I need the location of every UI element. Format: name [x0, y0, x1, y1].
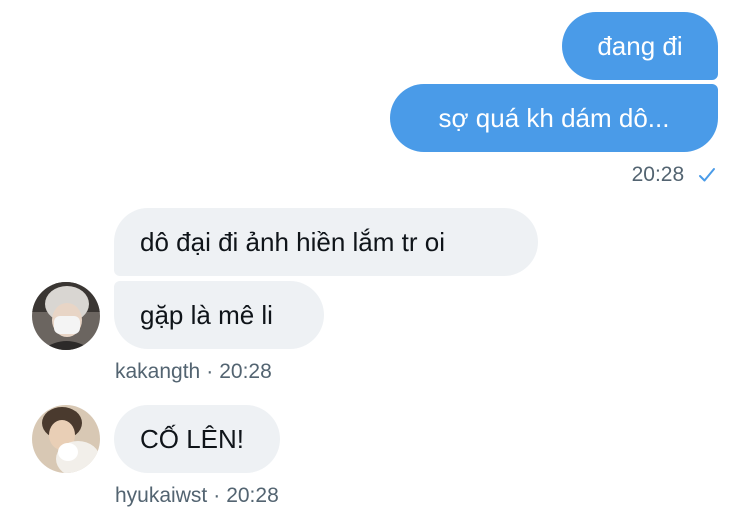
outgoing-meta: 20:28: [632, 163, 716, 189]
incoming-meta: hyukaiwst · 20:28: [115, 484, 279, 507]
outgoing-message[interactable]: đang đi: [562, 12, 718, 80]
avatar[interactable]: [32, 282, 100, 350]
outgoing-message[interactable]: sợ quá kh dám dô...: [390, 84, 718, 152]
incoming-message[interactable]: CỐ LÊN!: [114, 405, 280, 473]
sender-name[interactable]: hyukaiwst: [115, 484, 207, 507]
incoming-message[interactable]: gặp là mê li: [114, 281, 324, 349]
message-text: CỐ LÊN!: [140, 424, 245, 454]
incoming-meta: kakangth · 20:28: [115, 360, 272, 383]
check-icon: [698, 165, 716, 189]
message-time: 20:28: [226, 484, 279, 507]
message-time: 20:28: [219, 360, 272, 383]
sender-name[interactable]: kakangth: [115, 360, 200, 383]
message-text: gặp là mê li: [140, 300, 273, 330]
avatar[interactable]: [32, 405, 100, 473]
message-text: dô đại đi ảnh hiền lắm tr oi: [140, 227, 445, 257]
message-time: 20:28: [631, 163, 685, 186]
message-text: sợ quá kh dám dô...: [438, 103, 670, 133]
incoming-message[interactable]: dô đại đi ảnh hiền lắm tr oi: [114, 208, 538, 276]
message-text: đang đi: [597, 31, 683, 61]
